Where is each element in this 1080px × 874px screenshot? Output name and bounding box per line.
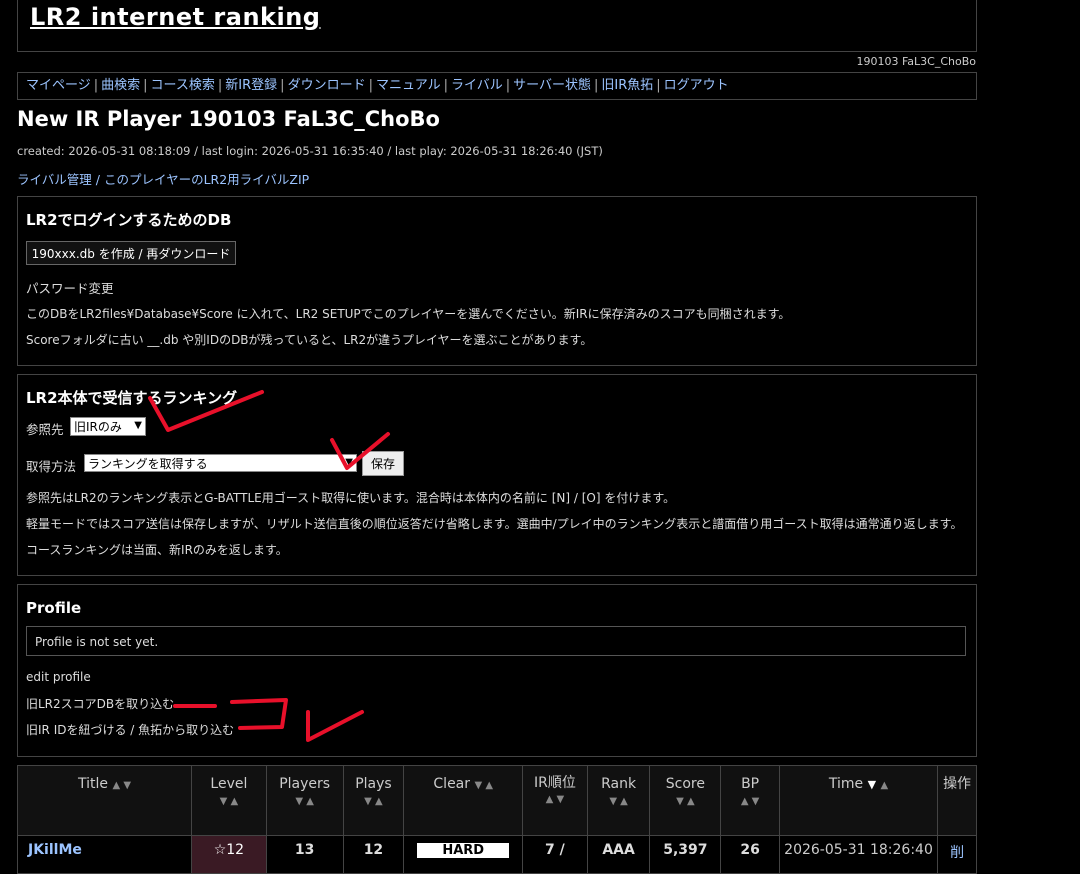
row-rank-cell: AAA xyxy=(586,835,651,874)
current-user: 190103 FaL3C_ChoBo xyxy=(856,55,976,68)
col-bp[interactable]: BP ▲ ▼ xyxy=(720,765,780,836)
rival-separator: / xyxy=(91,172,104,187)
delete-link[interactable]: 削 xyxy=(950,845,964,861)
row-score-cell: 5,397 xyxy=(649,835,722,874)
table-header-row: Title ▲ ▼ Level ▼ ▲ Players ▼ ▲ Plays ▼ ▲ C… xyxy=(16,765,977,836)
col-plays[interactable]: Plays ▼ ▲ xyxy=(342,765,405,836)
reference-select-value: 旧IRのみ xyxy=(74,420,122,434)
nav-separator: | xyxy=(217,78,223,93)
method-select-value: ランキングを取得する xyxy=(88,456,208,471)
chevron-down-icon: ▼ xyxy=(134,420,142,431)
row-ir-rank-cell: 7 / xyxy=(522,835,588,874)
row-clear-cell: HARD xyxy=(403,835,524,874)
col-rank[interactable]: Rank ▼ ▲ xyxy=(586,765,651,836)
nav-separator: | xyxy=(280,78,285,93)
db-instruction-text: このDBをLR2files¥Database¥Score に入れて、LR2 SE… xyxy=(26,307,791,321)
nav-separator: | xyxy=(656,78,661,93)
ranking-section: LR2本体で受信するランキング 参照先 旧IRのみ ▼ 取得方法 ランキングを取… xyxy=(17,374,977,576)
reference-select[interactable]: 旧IRのみ ▼ xyxy=(70,417,146,436)
row-bp-cell: 26 xyxy=(720,835,780,874)
col-time[interactable]: Time ▼ ▲ xyxy=(778,765,939,836)
site-header: LR2 internet ranking xyxy=(17,0,977,52)
clear-badge: HARD xyxy=(417,843,510,858)
link-old-ir-link[interactable]: 旧IR IDを紐づける / 魚拓から取り込む xyxy=(26,721,234,738)
nav-separator: | xyxy=(505,78,511,93)
row-title-cell: JKillMe xyxy=(16,835,193,874)
ranking-help-text-1: 参照先はLR2のランキング表示とG-BATTLE用ゴースト取得に使います。混合時… xyxy=(26,491,676,505)
rival-manage-link[interactable]: ライバル管理 xyxy=(17,172,92,187)
site-title[interactable]: LR2 internet ranking xyxy=(30,3,321,31)
col-level[interactable]: Level ▼ ▲ xyxy=(191,765,267,836)
profile-title: Profile xyxy=(26,599,82,617)
nav-separator: | xyxy=(93,78,99,93)
method-label: 取得方法 xyxy=(26,459,77,474)
song-title-link[interactable]: JKillMe xyxy=(28,842,82,858)
import-old-db-link[interactable]: 旧LR2スコアDBを取り込む xyxy=(26,695,174,712)
nav-item[interactable]: 新IR登録 xyxy=(225,78,277,93)
db-warning-text: Scoreフォルダに古い __.db や別IDのDBが残っていると、LR2が違う… xyxy=(26,333,593,347)
nav-item[interactable]: ダウンロード xyxy=(288,78,366,93)
row-level-cell: ☆12 xyxy=(191,835,267,874)
table-row: JKillMe ☆12 13 12 HARD 7 / AAA 5,397 26 … xyxy=(16,835,977,874)
db-section: LR2でログインするためのDB 190xxx.db を作成 / 再ダウンロード … xyxy=(17,196,977,366)
reference-label: 参照先 xyxy=(26,422,64,437)
col-ir-rank[interactable]: IR順位 ▲ ▼ xyxy=(522,765,588,836)
nav-item[interactable]: コース検索 xyxy=(151,78,215,93)
db-section-title: LR2でログインするためのDB xyxy=(26,211,232,229)
chevron-down-icon: ▼ xyxy=(345,457,353,468)
nav-item[interactable]: マイページ xyxy=(26,78,91,93)
edit-profile-link[interactable]: edit profile xyxy=(26,670,91,684)
nav-item[interactable]: 曲検索 xyxy=(101,78,140,93)
password-change-link[interactable]: パスワード変更 xyxy=(26,278,114,297)
page-title: New IR Player 190103 FaL3C_ChoBo xyxy=(17,107,440,131)
rival-zip-link[interactable]: このプレイヤーのLR2用ライバルZIP xyxy=(104,172,309,187)
nav-separator: | xyxy=(143,78,148,93)
row-players-cell: 13 xyxy=(265,835,344,874)
ranking-help-text-2: 軽量モードではスコア送信は保存しますが、リザルト送信直後の順位返答だけ省略します… xyxy=(26,517,963,531)
col-title[interactable]: Title ▲ ▼ xyxy=(16,765,193,836)
col-clear[interactable]: Clear ▼ ▲ xyxy=(403,765,524,836)
nav-item[interactable]: ライバル xyxy=(451,78,503,93)
profile-text: Profile is not set yet. xyxy=(26,626,966,656)
col-score[interactable]: Score ▼ ▲ xyxy=(649,765,722,836)
row-plays-cell: 12 xyxy=(342,835,405,874)
nav-item[interactable]: サーバー状態 xyxy=(513,78,591,93)
create-db-button[interactable]: 190xxx.db を作成 / 再ダウンロード xyxy=(26,241,236,265)
col-players[interactable]: Players ▼ ▲ xyxy=(265,765,344,836)
ranking-help-text-3: コースランキングは当面、新IRのみを返します。 xyxy=(26,543,288,557)
player-meta: created: 2026-05-31 08:18:09 / last logi… xyxy=(17,144,603,158)
main-nav: マイページ | 曲検索 | コース検索 | 新IR登録 | ダウンロード | マニュアル | ライバル |… xyxy=(17,72,977,100)
nav-separator: | xyxy=(594,78,599,93)
method-select[interactable]: ランキングを取得する ▼ xyxy=(84,454,357,472)
score-table: Title ▲ ▼ Level ▼ ▲ Players ▼ ▲ Plays ▼ ▲ C… xyxy=(16,765,977,874)
rival-links: ライバル管理 / このプレイヤーのLR2用ライバルZIP xyxy=(17,169,309,188)
profile-section: Profile Profile is not set yet. edit pro… xyxy=(17,584,977,757)
save-button[interactable]: 保存 xyxy=(362,451,404,476)
row-ops-cell: 削 xyxy=(937,835,977,874)
nav-item[interactable]: ログアウト xyxy=(664,78,729,93)
col-ops: 操作 xyxy=(937,765,977,836)
nav-item[interactable]: 旧IR魚拓 xyxy=(601,78,653,93)
nav-separator: | xyxy=(443,78,448,93)
row-time-cell: 2026-05-31 18:26:40 xyxy=(778,835,939,874)
ranking-section-title: LR2本体で受信するランキング xyxy=(26,389,238,407)
nav-item[interactable]: マニュアル xyxy=(376,78,441,93)
nav-separator: | xyxy=(368,78,373,93)
